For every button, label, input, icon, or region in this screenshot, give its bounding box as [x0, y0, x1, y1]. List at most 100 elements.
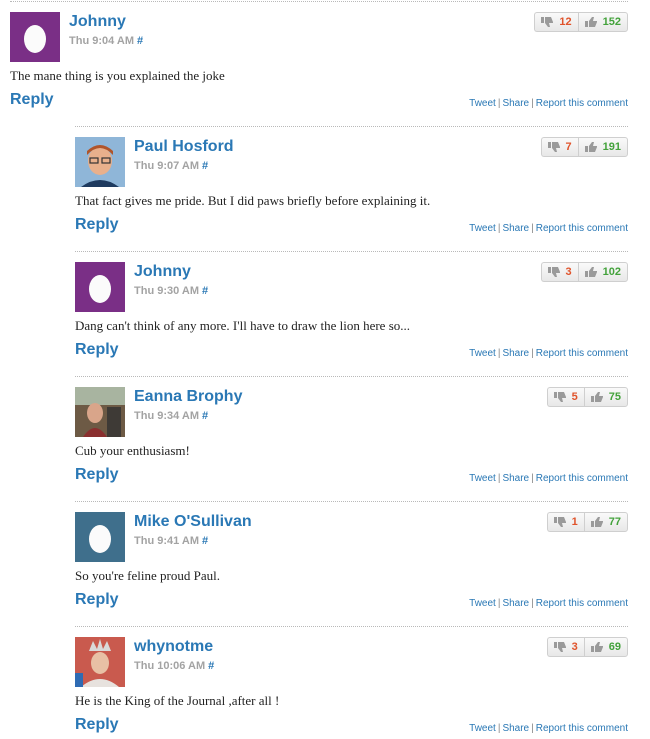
egg-avatar[interactable]	[75, 262, 125, 312]
time-text: Thu 9:04 AM	[69, 35, 134, 47]
reply-button[interactable]: Reply	[75, 716, 119, 734]
comment-timestamp: Thu 10:06 AM #	[134, 660, 214, 672]
comment-timestamp: Thu 9:30 AM #	[134, 285, 208, 297]
thumbs-up-icon	[590, 642, 603, 652]
thumbs-up-icon	[584, 142, 597, 152]
permalink[interactable]: #	[208, 660, 214, 672]
downvote-count: 1	[571, 516, 578, 528]
thumbs-up-button[interactable]: 75	[583, 387, 628, 407]
comment-text: So you're feline proud Paul.	[75, 568, 220, 583]
share-link[interactable]: Share	[502, 723, 529, 734]
thumbs-down-button[interactable]: 3	[546, 637, 584, 657]
share-link[interactable]: Share	[502, 348, 529, 359]
upvote-count: 191	[602, 141, 621, 153]
thumbs-up-button[interactable]: 77	[583, 512, 628, 532]
thumbs-down-button[interactable]: 3	[540, 262, 578, 282]
separator: |	[531, 348, 534, 359]
comment: Eanna Brophy Thu 9:34 AM # 5 75 Cub your …	[75, 375, 628, 499]
separator: |	[497, 223, 501, 234]
report-link[interactable]: Report this comment	[536, 723, 628, 734]
divider	[75, 251, 628, 252]
thumbs-down-icon	[553, 517, 566, 527]
permalink[interactable]: #	[202, 535, 208, 547]
tweet-link[interactable]: Tweet	[469, 598, 496, 609]
thumbs-down-icon	[547, 142, 560, 152]
comment-thread: Johnny Thu 9:04 AM # 12 152 The mane thin…	[0, 0, 650, 739]
comment-actions: Tweet | Share | Report this comment	[469, 223, 628, 234]
user-photo-avatar[interactable]	[75, 637, 125, 687]
report-link[interactable]: Report this comment	[536, 598, 628, 609]
thumbs-up-button[interactable]: 152	[577, 12, 628, 32]
thumbs-down-button[interactable]: 1	[546, 512, 584, 532]
reply-button[interactable]: Reply	[75, 341, 119, 359]
reply-button[interactable]: Reply	[75, 591, 119, 609]
comment-timestamp: Thu 9:04 AM #	[69, 35, 143, 47]
comment-actions: Tweet | Share | Report this comment	[469, 598, 628, 609]
thumbs-up-button[interactable]: 69	[583, 637, 628, 657]
permalink[interactable]: #	[137, 35, 143, 47]
time-text: Thu 10:06 AM	[134, 660, 206, 672]
downvote-count: 12	[559, 16, 572, 28]
share-link[interactable]: Share	[502, 473, 529, 484]
separator: |	[531, 723, 534, 734]
vote-buttons: 1 77	[546, 512, 628, 532]
tweet-link[interactable]: Tweet	[469, 223, 496, 234]
thumbs-down-button[interactable]: 12	[534, 12, 578, 32]
report-link[interactable]: Report this comment	[536, 223, 628, 234]
thumbs-down-button[interactable]: 7	[540, 137, 578, 157]
tweet-link[interactable]: Tweet	[469, 348, 496, 359]
comment-author[interactable]: Mike O'Sullivan	[134, 513, 252, 531]
reply-button[interactable]: Reply	[10, 91, 54, 109]
upvote-count: 69	[608, 641, 621, 653]
upvote-count: 77	[608, 516, 621, 528]
share-link[interactable]: Share	[502, 223, 529, 234]
thumbs-down-icon	[541, 17, 554, 27]
share-link[interactable]: Share	[502, 98, 529, 109]
thumbs-down-icon	[547, 267, 560, 277]
share-link[interactable]: Share	[502, 598, 529, 609]
report-link[interactable]: Report this comment	[536, 348, 628, 359]
comment: Mike O'Sullivan Thu 9:41 AM # 1 77 So you…	[75, 500, 628, 624]
comment-text: That fact gives me pride. But I did paws…	[75, 193, 431, 208]
comment: whynotme Thu 10:06 AM # 3 69 He is the Ki…	[75, 625, 628, 739]
upvote-count: 152	[602, 16, 621, 28]
separator: |	[497, 348, 501, 359]
tweet-link[interactable]: Tweet	[469, 723, 496, 734]
divider	[75, 126, 628, 127]
comment-timestamp: Thu 9:07 AM #	[134, 160, 208, 172]
thumbs-down-icon	[553, 642, 566, 652]
permalink[interactable]: #	[202, 285, 208, 297]
permalink[interactable]: #	[202, 410, 208, 422]
reply-button[interactable]: Reply	[75, 216, 119, 234]
permalink[interactable]: #	[202, 160, 208, 172]
thumbs-up-button[interactable]: 191	[577, 137, 628, 157]
comment-author[interactable]: Johnny	[134, 263, 191, 281]
thumbs-up-button[interactable]: 102	[577, 262, 628, 282]
report-link[interactable]: Report this comment	[536, 473, 628, 484]
thumbs-up-icon	[584, 17, 597, 27]
comment-timestamp: Thu 9:41 AM #	[134, 535, 208, 547]
comment: Johnny Thu 9:30 AM # 3 102 Dang can't thi…	[75, 250, 628, 374]
report-link[interactable]: Report this comment	[536, 98, 628, 109]
thumbs-down-button[interactable]: 5	[546, 387, 584, 407]
comment-author[interactable]: Eanna Brophy	[134, 388, 242, 406]
separator: |	[497, 473, 501, 484]
comment-actions: Tweet | Share | Report this comment	[469, 348, 628, 359]
comment-author[interactable]: whynotme	[134, 638, 213, 656]
tweet-link[interactable]: Tweet	[469, 98, 496, 109]
comment-author[interactable]: Johnny	[69, 13, 126, 31]
user-photo-avatar[interactable]	[75, 137, 125, 187]
reply-button[interactable]: Reply	[75, 466, 119, 484]
upvote-count: 102	[602, 266, 621, 278]
comment: Paul Hosford Thu 9:07 AM # 7 191 That fac…	[75, 125, 628, 249]
tweet-link[interactable]: Tweet	[469, 473, 496, 484]
time-text: Thu 9:30 AM	[134, 285, 199, 297]
user-photo-avatar[interactable]	[75, 387, 125, 437]
comment-text: He is the King of the Journal ,after all…	[75, 693, 280, 708]
egg-avatar[interactable]	[10, 12, 60, 62]
upvote-count: 75	[608, 391, 621, 403]
comment-author[interactable]: Paul Hosford	[134, 138, 234, 156]
egg-avatar[interactable]	[75, 512, 125, 562]
downvote-count: 3	[571, 641, 578, 653]
separator: |	[531, 598, 534, 609]
